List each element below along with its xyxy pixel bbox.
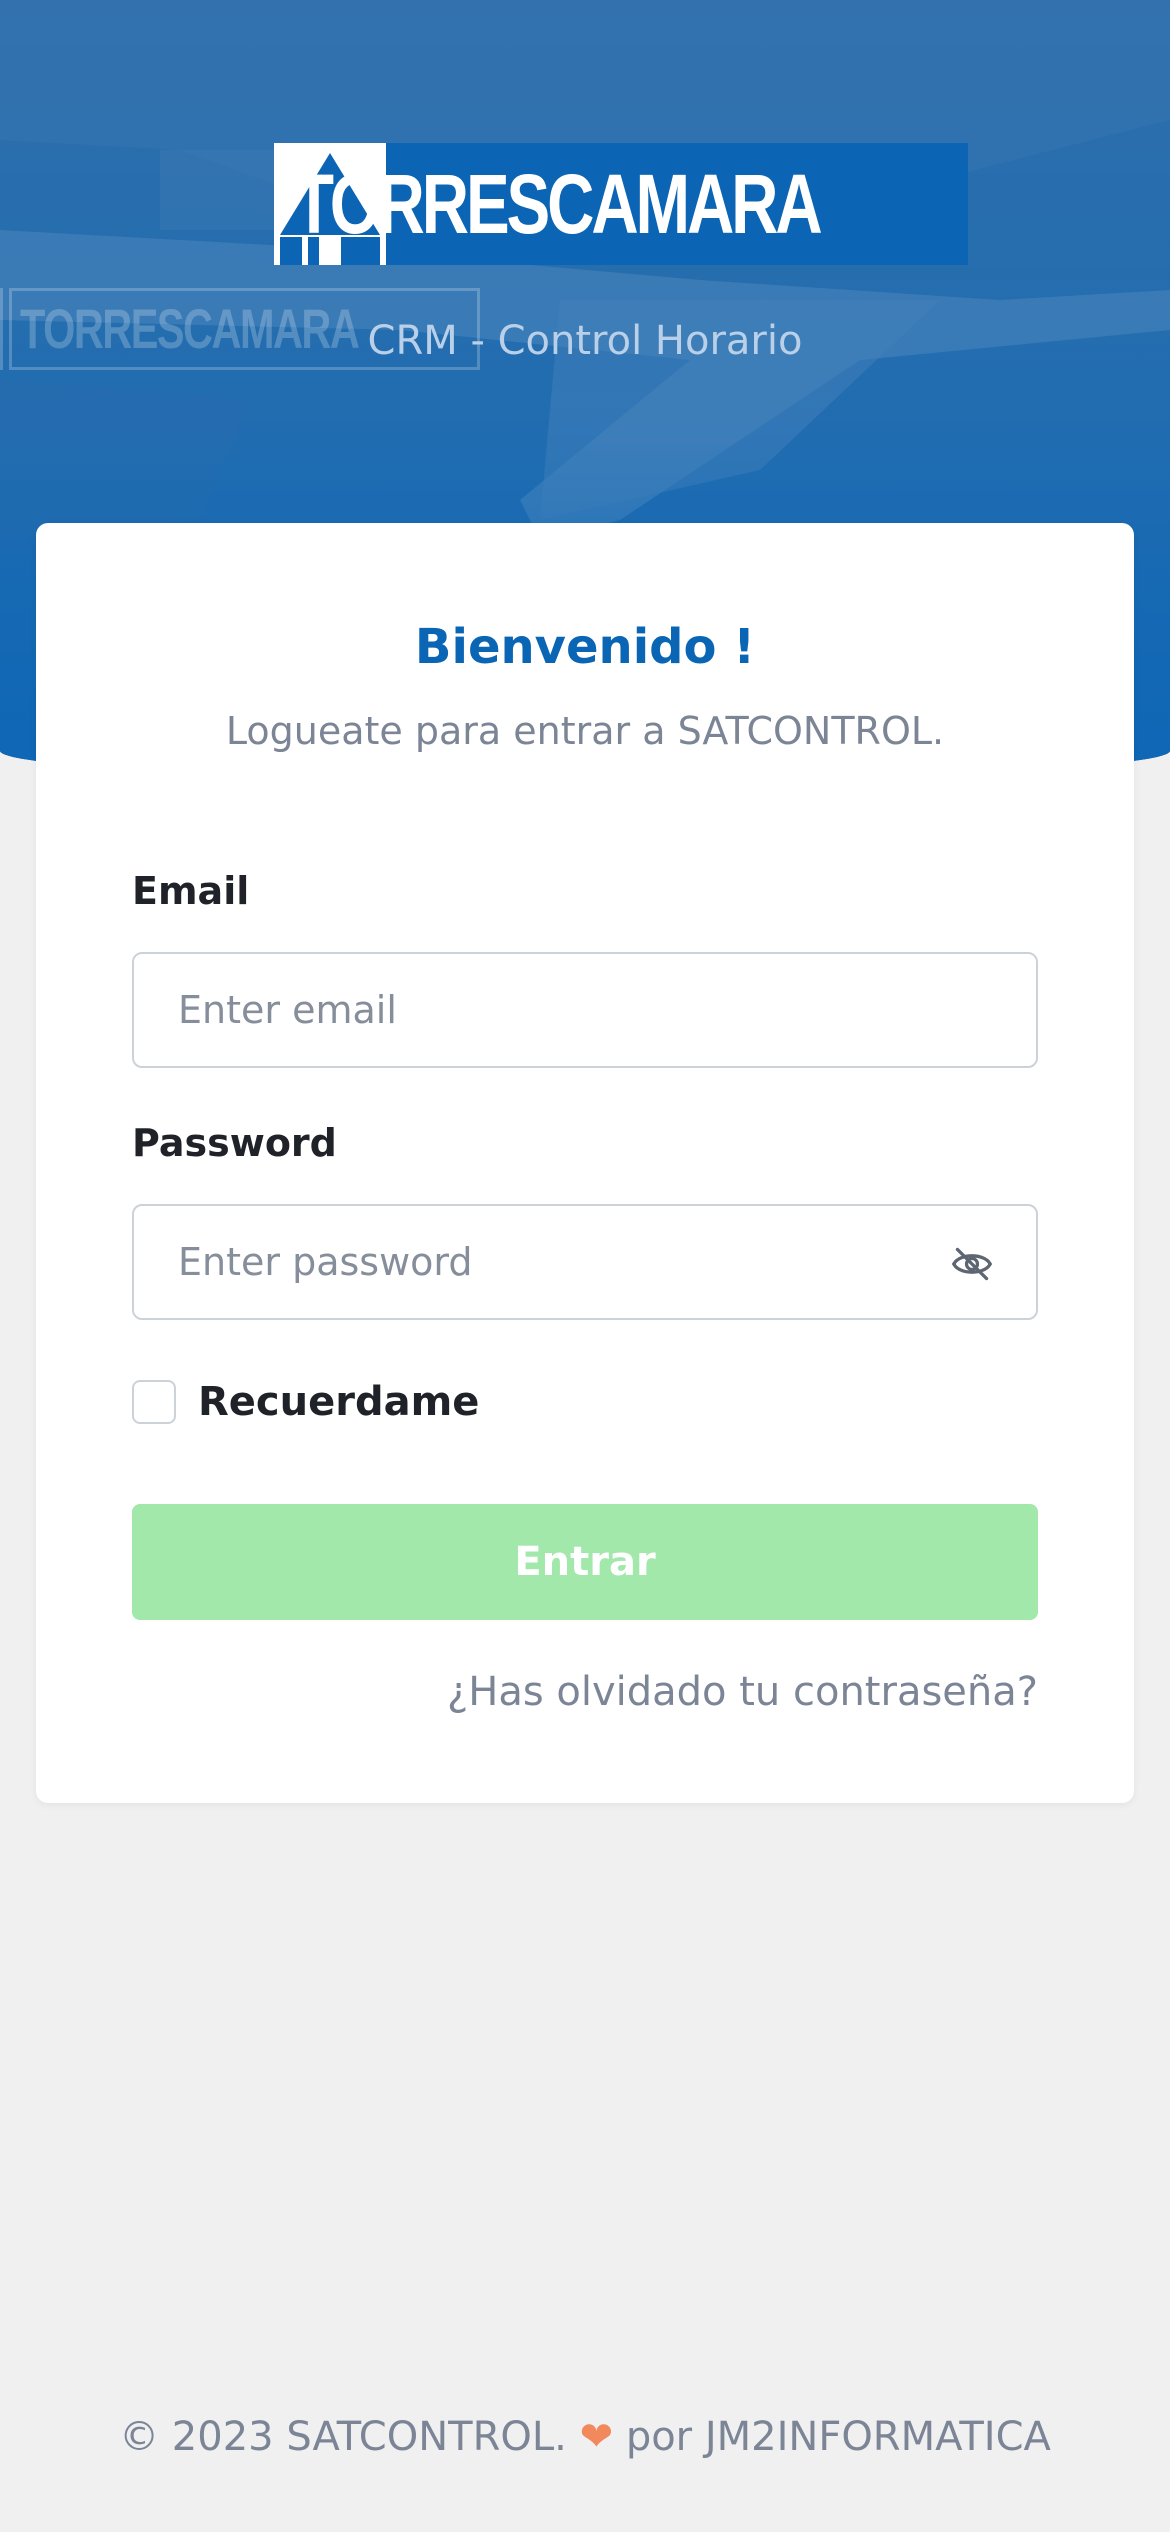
password-field-wrapper	[132, 1204, 1038, 1320]
login-card: Bienvenido ! Logueate para entrar a SATC…	[36, 523, 1134, 1803]
eye-off-icon[interactable]	[950, 1244, 994, 1284]
password-input[interactable]	[134, 1206, 958, 1318]
welcome-subtitle: Logueate para entrar a SATCONTROL.	[225, 709, 945, 753]
email-label: Email	[132, 869, 250, 913]
footer-copyright: © 2023 SATCONTROL.	[119, 2414, 567, 2460]
app-subtitle: CRM - Control Horario	[367, 318, 803, 364]
welcome-title: Bienvenido !	[414, 619, 756, 675]
forgot-password-link[interactable]: ¿Has olvidado tu contraseña?	[447, 1669, 1038, 1715]
torrescamara-logo: TORRESCAMARA	[274, 143, 968, 265]
remember-label: Recuerdame	[198, 1379, 480, 1425]
heart-icon: ❤	[579, 2414, 614, 2460]
footer: © 2023 SATCONTROL. ❤ por JM2INFORMATICA	[0, 2414, 1170, 2460]
login-button[interactable]: Entrar	[132, 1504, 1038, 1620]
email-field-wrapper	[132, 952, 1038, 1068]
email-input[interactable]	[134, 954, 958, 1066]
password-label: Password	[132, 1121, 337, 1165]
remember-checkbox[interactable]	[132, 1380, 176, 1424]
remember-me[interactable]: Recuerdame	[132, 1379, 479, 1425]
footer-credit: por JM2INFORMATICA	[625, 2414, 1051, 2460]
logo-wordmark: TORRESCAMARA	[284, 143, 968, 265]
